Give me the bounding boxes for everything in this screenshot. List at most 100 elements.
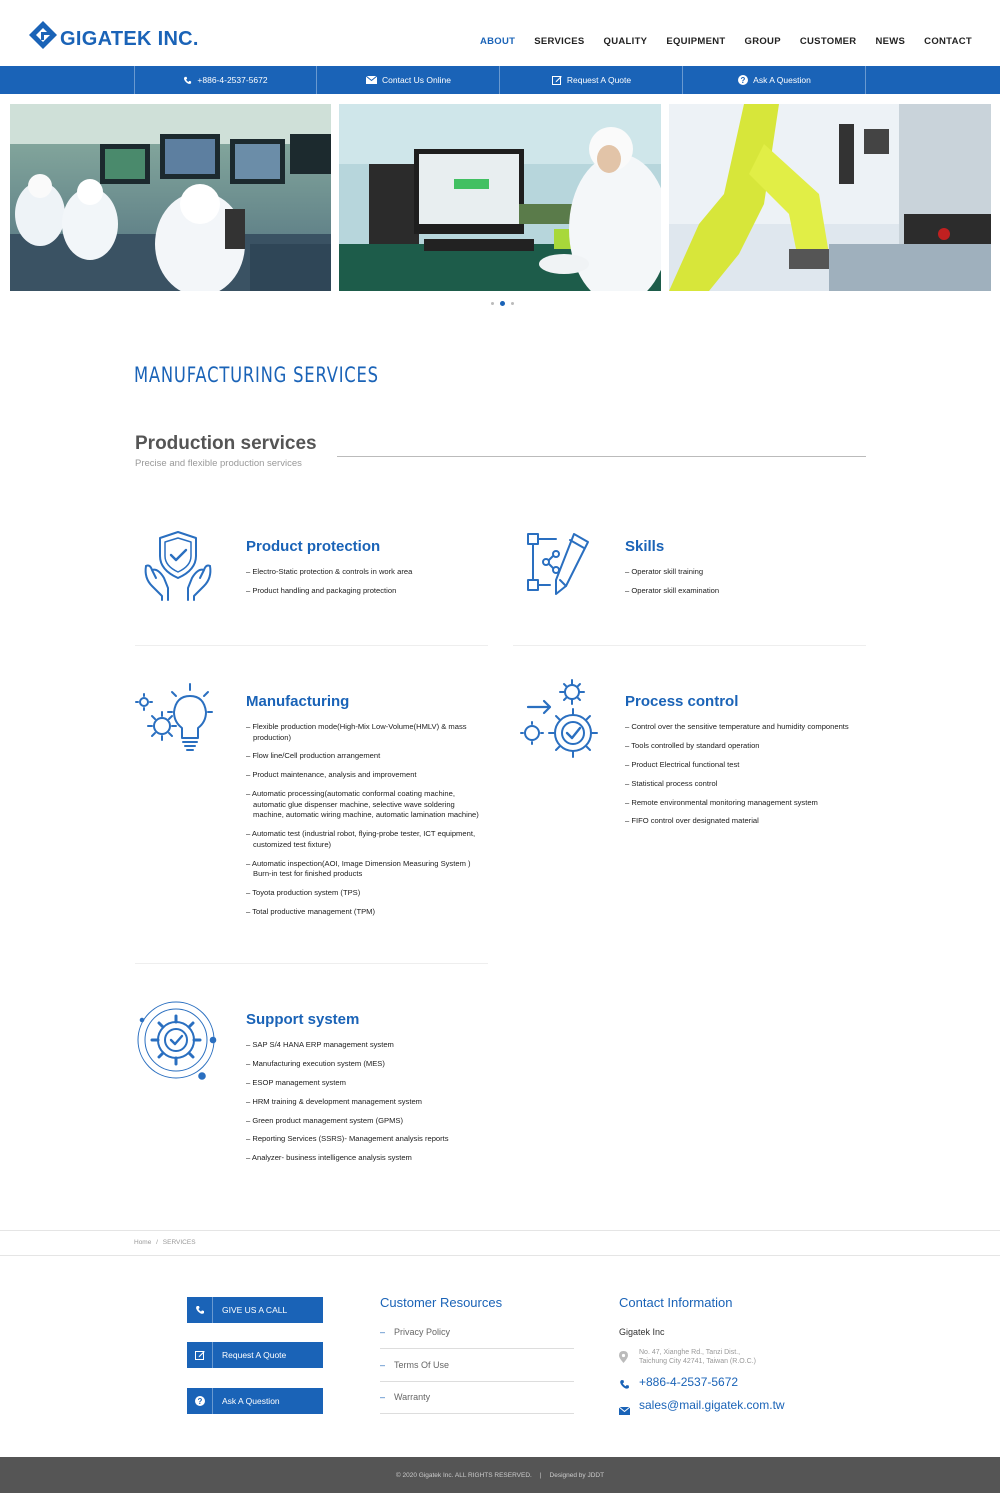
dash-icon: – xyxy=(380,1327,386,1337)
question-icon: ? xyxy=(738,75,749,85)
copyright-divider: | xyxy=(539,1471,542,1479)
section-subtitle: Precise and flexible production services xyxy=(135,458,302,469)
list-item: – ESOP management system xyxy=(246,1077,346,1087)
card-manufacturing-title: Manufacturing xyxy=(246,693,350,710)
envelope-icon xyxy=(618,1402,631,1420)
privacy-policy-label: Privacy Policy xyxy=(394,1327,451,1337)
warranty-link[interactable]: – Warranty xyxy=(380,1381,574,1414)
nav-quality[interactable]: QUALITY xyxy=(604,36,648,47)
card-protection-list: – Electro-Static protection & controls i… xyxy=(246,567,486,605)
copyright-text: © 2020 Gigatek Inc. ALL RIGHTS RESERVED. xyxy=(395,1471,532,1479)
topbar-contact-link[interactable]: Contact Us Online xyxy=(318,66,500,94)
envelope-icon xyxy=(366,76,377,84)
list-item: – Green product management system (GPMS) xyxy=(246,1115,403,1125)
card-divider xyxy=(513,645,866,646)
gear-lightbulb-icon xyxy=(134,682,216,759)
terms-of-use-link[interactable]: – Terms Of Use xyxy=(380,1349,574,1382)
phone-icon xyxy=(619,1377,630,1395)
phone-icon xyxy=(195,1306,204,1314)
address-line-2: Taichung City 42741, Taiwan (R.O.C.) xyxy=(639,1358,756,1365)
list-item: – Flexible production mode(High-Mix Low-… xyxy=(246,722,467,742)
gigatek-logo-icon xyxy=(29,20,57,49)
list-item: – Total productive management (TPM) xyxy=(246,907,376,917)
ask-question-button[interactable]: ? Ask A Question xyxy=(187,1388,323,1414)
svg-text:?: ? xyxy=(197,1397,202,1406)
nav-customer[interactable]: CUSTOMER xyxy=(800,36,857,47)
breadcrumb-separator: / xyxy=(156,1239,158,1246)
list-item: – Statistical process control xyxy=(625,778,718,788)
topbar-question-link[interactable]: ? Ask A Question xyxy=(684,66,866,94)
privacy-policy-link[interactable]: – Privacy Policy xyxy=(380,1316,574,1349)
ask-question-label: Ask A Question xyxy=(222,1396,280,1406)
list-item: – Reporting Services (SSRS)- Management … xyxy=(246,1134,449,1144)
nav-contact[interactable]: CONTACT xyxy=(924,36,972,47)
card-manufacturing-list: – Flexible production mode(High-Mix Low-… xyxy=(246,722,486,926)
shield-hands-icon xyxy=(140,528,216,607)
list-item: – Operator skill training xyxy=(625,567,704,576)
banner-photo-lab-workers xyxy=(10,104,331,291)
contact-bar: +886-4-2537-5672 Contact Us Online Reque… xyxy=(0,66,1000,94)
card-support-title: Support system xyxy=(246,1011,360,1028)
list-item: – Manufacturing execution system (MES) xyxy=(246,1058,385,1068)
list-item: – SAP S/4 HANA ERP management system xyxy=(246,1040,394,1049)
footer-email-link[interactable]: sales@mail.gigatek.com.tw xyxy=(639,1398,785,1412)
card-skills-list: – Operator skill training – Operator ski… xyxy=(625,567,865,605)
nav-services[interactable]: SERVICES xyxy=(534,36,584,47)
page-title: MANUFACTURING SERVICES xyxy=(134,363,379,387)
list-item: – Control over the sensitive temperature… xyxy=(625,722,849,731)
section-title: Production services xyxy=(135,433,317,454)
banner-photo-robot-arm xyxy=(669,104,991,291)
nav-group[interactable]: GROUP xyxy=(745,36,781,47)
topbar-phone-link[interactable]: +886-4-2537-5672 xyxy=(135,66,317,94)
card-skills-title: Skills xyxy=(625,538,665,555)
list-item: – Remote environmental monitoring manage… xyxy=(625,797,818,807)
main-nav: ABOUT SERVICES QUALITY EQUIPMENT GROUP C… xyxy=(461,36,972,47)
card-process-list: – Control over the sensitive temperature… xyxy=(625,722,865,835)
give-us-a-call-button[interactable]: GIVE US A CALL xyxy=(187,1297,323,1323)
list-item: – Tools controlled by standard operation xyxy=(625,740,760,750)
dash-icon: – xyxy=(380,1392,386,1402)
warranty-label: Warranty xyxy=(394,1392,431,1402)
edit-icon xyxy=(194,1351,205,1360)
edit-icon xyxy=(551,76,562,85)
flowchart-pencil-icon xyxy=(522,528,594,607)
footer-phone-link[interactable]: +886-4-2537-5672 xyxy=(639,1375,738,1389)
logo[interactable]: GIGATEK INC. xyxy=(28,18,199,51)
location-pin-icon xyxy=(619,1350,628,1368)
address: No. 47, Xianghe Rd., Tanzi Dist., Taichu… xyxy=(639,1348,756,1366)
terms-of-use-label: Terms Of Use xyxy=(394,1360,450,1370)
list-item: – Product Electrical functional test xyxy=(625,759,740,769)
question-icon: ? xyxy=(194,1396,205,1406)
list-item: – Analyzer- business intelligence analys… xyxy=(246,1153,412,1163)
gear-circle-icon xyxy=(134,998,220,1089)
banner-photo-operator-computer xyxy=(339,104,661,291)
list-item: – Toyota production system (TPS) xyxy=(246,888,361,898)
topbar-contact-label: Contact Us Online xyxy=(382,75,451,85)
card-divider xyxy=(135,645,488,646)
brand-name: GIGATEK INC. xyxy=(60,28,199,50)
nav-about[interactable]: ABOUT xyxy=(480,36,515,47)
topbar-quote-label: Request A Quote xyxy=(566,75,632,85)
breadcrumb-home-link[interactable]: Home xyxy=(134,1239,151,1246)
list-item: – Product maintenance, analysis and impr… xyxy=(246,770,417,780)
list-item: – Automatic test (industrial robot, flyi… xyxy=(246,829,476,849)
nav-news[interactable]: NEWS xyxy=(875,36,905,47)
carousel-dot-3[interactable] xyxy=(511,302,514,305)
list-item: – Automatic processing(automatic conform… xyxy=(246,789,479,820)
carousel-dot-1[interactable] xyxy=(491,302,494,305)
designer-credit-link[interactable]: Designed by JDDT xyxy=(550,1472,605,1479)
topbar-phone-label: +886-4-2537-5672 xyxy=(197,75,268,85)
breadcrumb: Home / SERVICES xyxy=(134,1239,196,1246)
topbar-quote-link[interactable]: Request A Quote xyxy=(501,66,683,94)
list-item: – FIFO control over designated material xyxy=(625,816,759,826)
carousel-dot-2[interactable] xyxy=(500,301,505,306)
give-us-a-call-label: GIVE US A CALL xyxy=(222,1305,288,1315)
list-item: – Automatic inspection(AOI, Image Dimens… xyxy=(246,858,471,879)
list-item: – Product handling and packaging protect… xyxy=(246,585,397,595)
request-quote-button[interactable]: Request A Quote xyxy=(187,1342,323,1368)
card-support-list: – SAP S/4 HANA ERP management system – M… xyxy=(246,1040,486,1172)
address-line-1: No. 47, Xianghe Rd., Tanzi Dist., xyxy=(639,1349,741,1356)
topbar-question-label: Ask A Question xyxy=(753,75,811,85)
list-item: – Operator skill examination xyxy=(625,585,720,595)
nav-equipment[interactable]: EQUIPMENT xyxy=(666,36,725,47)
